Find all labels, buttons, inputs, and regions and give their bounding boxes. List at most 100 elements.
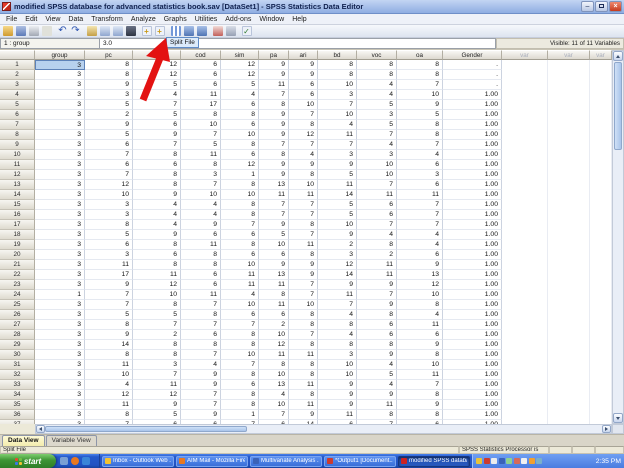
- data-cell[interactable]: 7: [357, 290, 397, 300]
- data-cell[interactable]: 3: [85, 210, 133, 220]
- data-cell[interactable]: 5: [133, 80, 181, 90]
- empty-var-cell[interactable]: [548, 230, 590, 240]
- data-cell[interactable]: 12: [133, 60, 181, 70]
- data-cell[interactable]: 3: [35, 380, 85, 390]
- data-cell[interactable]: 8: [221, 110, 259, 120]
- empty-var-cell[interactable]: [502, 240, 548, 250]
- data-cell[interactable]: 7: [397, 380, 443, 390]
- empty-var-cell[interactable]: [590, 260, 612, 270]
- data-cell[interactable]: 8: [181, 260, 221, 270]
- data-cell[interactable]: 8: [259, 360, 289, 370]
- taskbar-task-2[interactable]: AIM Mail - Mozilla Fire....: [176, 455, 248, 467]
- data-cell[interactable]: 3: [35, 90, 85, 100]
- data-cell[interactable]: 6: [397, 250, 443, 260]
- data-cell[interactable]: 1.00: [443, 210, 502, 220]
- goto-chart-button[interactable]: [86, 26, 97, 37]
- menu-help[interactable]: Help: [288, 14, 310, 25]
- data-cell[interactable]: 9: [357, 390, 397, 400]
- empty-var-cell[interactable]: [548, 370, 590, 380]
- data-cell[interactable]: 7: [259, 210, 289, 220]
- open-file-button[interactable]: [2, 26, 13, 37]
- data-cell[interactable]: 6: [133, 120, 181, 130]
- empty-var-cell[interactable]: [590, 390, 612, 400]
- data-cell[interactable]: 4: [221, 90, 259, 100]
- data-cell[interactable]: 9: [85, 120, 133, 130]
- empty-var-cell[interactable]: [548, 390, 590, 400]
- data-cell[interactable]: 12: [133, 390, 181, 400]
- row-number[interactable]: 19: [0, 240, 35, 250]
- empty-var-cell[interactable]: [548, 260, 590, 270]
- data-cell[interactable]: 11: [259, 280, 289, 290]
- data-cell[interactable]: 8: [133, 350, 181, 360]
- data-cell[interactable]: 14: [85, 340, 133, 350]
- column-header-sim[interactable]: sim: [221, 50, 259, 60]
- data-cell[interactable]: 1.00: [443, 140, 502, 150]
- data-cell[interactable]: 6: [181, 80, 221, 90]
- data-cell[interactable]: 8: [181, 110, 221, 120]
- empty-var-cell[interactable]: [502, 390, 548, 400]
- data-cell[interactable]: 8: [397, 70, 443, 80]
- empty-var-cell[interactable]: [548, 380, 590, 390]
- data-cell[interactable]: 5: [259, 230, 289, 240]
- data-cell[interactable]: 5: [357, 100, 397, 110]
- row-number[interactable]: 22: [0, 270, 35, 280]
- empty-var-cell[interactable]: [548, 210, 590, 220]
- data-cell[interactable]: 8: [133, 170, 181, 180]
- vertical-scroll-thumb[interactable]: [614, 62, 622, 150]
- tray-icon[interactable]: [506, 458, 512, 464]
- data-cell[interactable]: 3: [35, 130, 85, 140]
- data-cell[interactable]: 6: [221, 380, 259, 390]
- data-cell[interactable]: 12: [397, 280, 443, 290]
- row-number[interactable]: 7: [0, 120, 35, 130]
- data-cell[interactable]: 8: [397, 410, 443, 420]
- data-cell[interactable]: 1.00: [443, 300, 502, 310]
- row-number[interactable]: 2: [0, 70, 35, 80]
- data-cell[interactable]: 1: [221, 170, 259, 180]
- data-cell[interactable]: 1.00: [443, 160, 502, 170]
- data-cell[interactable]: 9: [318, 280, 357, 290]
- data-cell[interactable]: 11: [221, 270, 259, 280]
- data-cell[interactable]: 8: [357, 70, 397, 80]
- row-number[interactable]: 28: [0, 330, 35, 340]
- data-cell[interactable]: 1.00: [443, 180, 502, 190]
- data-cell[interactable]: 10: [318, 370, 357, 380]
- data-cell[interactable]: 6: [357, 210, 397, 220]
- data-cell[interactable]: 8: [289, 170, 318, 180]
- data-cell[interactable]: 9: [289, 160, 318, 170]
- tray-icon[interactable]: [521, 458, 527, 464]
- data-cell[interactable]: 7: [221, 220, 259, 230]
- data-cell[interactable]: 1.00: [443, 280, 502, 290]
- print-button[interactable]: [28, 26, 39, 37]
- data-cell[interactable]: 11: [181, 90, 221, 100]
- empty-var-cell[interactable]: [548, 60, 590, 70]
- empty-var-cell[interactable]: [590, 270, 612, 280]
- data-cell[interactable]: 4: [397, 310, 443, 320]
- row-number[interactable]: 23: [0, 280, 35, 290]
- cell-editor-field[interactable]: 3.0: [100, 38, 496, 49]
- data-cell[interactable]: 5: [397, 110, 443, 120]
- row-number[interactable]: 34: [0, 390, 35, 400]
- data-cell[interactable]: 3: [35, 240, 85, 250]
- empty-var-cell[interactable]: [548, 140, 590, 150]
- data-cell[interactable]: 6: [221, 250, 259, 260]
- data-cell[interactable]: 6: [357, 200, 397, 210]
- column-header-ari[interactable]: ari: [289, 50, 318, 60]
- data-cell[interactable]: 8: [289, 250, 318, 260]
- data-cell[interactable]: 12: [289, 130, 318, 140]
- data-cell[interactable]: 8: [85, 320, 133, 330]
- data-cell[interactable]: 4: [181, 360, 221, 370]
- data-cell[interactable]: 9: [397, 260, 443, 270]
- data-cell[interactable]: 7: [289, 330, 318, 340]
- horizontal-scrollbar[interactable]: [35, 424, 612, 434]
- data-cell[interactable]: 8: [289, 310, 318, 320]
- data-cell[interactable]: 9: [259, 220, 289, 230]
- tab-data-view[interactable]: Data View: [2, 435, 45, 446]
- row-number[interactable]: 36: [0, 410, 35, 420]
- empty-var-cell[interactable]: [590, 100, 612, 110]
- data-cell[interactable]: 8: [85, 410, 133, 420]
- data-cell[interactable]: 3: [35, 280, 85, 290]
- data-cell[interactable]: 9: [397, 340, 443, 350]
- data-cell[interactable]: 1.00: [443, 130, 502, 140]
- data-cell[interactable]: 12: [133, 280, 181, 290]
- row-number[interactable]: 31: [0, 360, 35, 370]
